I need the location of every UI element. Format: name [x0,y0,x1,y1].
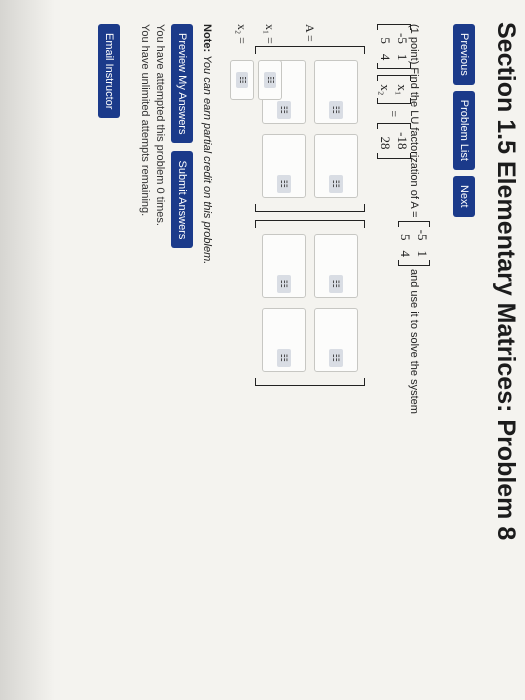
matrix-a-cell: 5 [398,233,414,241]
u12-input[interactable]: ☷ [314,307,358,372]
matrix-entry-icon[interactable]: ☷ [329,274,343,293]
u-matrix-inputs: ☷ ☷ ☷ ☷ [256,228,364,378]
x1-answer-row: x₁ = ☷ [258,24,282,100]
prompt-suffix: and use it to solve the system [408,269,421,414]
page-title: Section 1.5 Elementary Matrices: Problem… [492,22,520,541]
a-equals-label: A = [303,24,318,42]
partial-credit-note: Note: You can earn partial credit on thi… [201,24,213,264]
l22-input[interactable]: ☷ [262,133,306,198]
matrix-a-cell: -5 [395,33,411,44]
next-button[interactable]: Next [453,175,475,217]
note-text: You can earn partial credit on this prob… [201,55,213,265]
u-matrix-bracket-left [255,219,365,228]
attempts-count: You have attempted this problem 0 times. [154,24,166,226]
x2-label: x₂ = [235,24,250,44]
u11-input[interactable]: ☷ [314,233,358,298]
attempts-info: You have attempted this problem 0 times.… [137,24,167,226]
matrix-entry-icon[interactable]: ☷ [277,174,291,193]
x2-answer-row: x₂ = ☷ [230,24,254,100]
preview-answers-button[interactable]: Preview My Answers [171,24,193,144]
matrix-entry-icon[interactable]: ☷ [236,72,248,88]
u-matrix-bracket-right [255,377,365,386]
matrix-entry-icon[interactable]: ☷ [277,348,291,367]
b-vector: -18 28 [377,123,411,159]
note-label: Note: [201,24,213,53]
matrix-a-cell: 4 [398,250,414,257]
l11-input[interactable]: ☷ [314,59,358,124]
email-instructor-button[interactable]: Email Instructor [98,24,120,119]
x-vector-entry: x₂ [378,84,394,96]
email-area: Email Instructor [98,24,120,119]
matrix-a-cell: 1 [415,250,431,257]
matrix-entry-icon[interactable]: ☷ [329,100,343,119]
b-vector-entry: 28 [378,136,394,150]
x1-input[interactable]: ☷ [258,60,282,100]
matrix-a-cell: 5 [378,37,394,44]
photo-edge-shade [0,0,55,700]
submit-answers-button[interactable]: Submit Answers [171,151,193,249]
attempts-remaining: You have unlimited attempts remaining. [139,24,151,217]
problem-list-button[interactable]: Problem List [453,90,475,170]
matrix-entry-icon[interactable]: ☷ [277,100,291,119]
matrix-a-cell: 4 [378,53,394,61]
answer-actions: Preview My Answers Submit Answers [171,24,193,249]
system-matrix: -5 1 5 4 [377,24,411,70]
bracket-right [398,259,430,266]
u22-input[interactable]: ☷ [262,307,306,372]
x-vector: x₁ x₂ [377,75,411,105]
linear-system: -5 1 5 4 x₁ x₂ = -18 28 [377,24,411,159]
matrix-entry-icon[interactable]: ☷ [264,72,276,88]
x-vector-entry: x₁ [395,84,411,96]
matrix-entry-icon[interactable]: ☷ [277,274,291,293]
x2-input[interactable]: ☷ [230,60,254,100]
equals-sign: = [387,110,402,118]
matrix-entry-icon[interactable]: ☷ [329,174,343,193]
b-vector-entry: -18 [395,132,411,150]
previous-button[interactable]: Previous [453,24,475,85]
problem-nav: Previous Problem List Next [453,24,475,217]
l-matrix-bracket-right [255,203,365,212]
matrix-a-cell: -5 [415,229,431,241]
matrix-entry-icon[interactable]: ☷ [329,348,343,367]
matrix-a-cell: 1 [395,53,411,61]
matrix-a-inline: -5 1 5 4 [398,220,431,266]
u21-input[interactable]: ☷ [262,233,306,298]
l12-input[interactable]: ☷ [314,133,358,198]
page-content: Section 1.5 Elementary Matrices: Problem… [0,0,525,700]
x1-label: x₁ = [263,24,278,44]
